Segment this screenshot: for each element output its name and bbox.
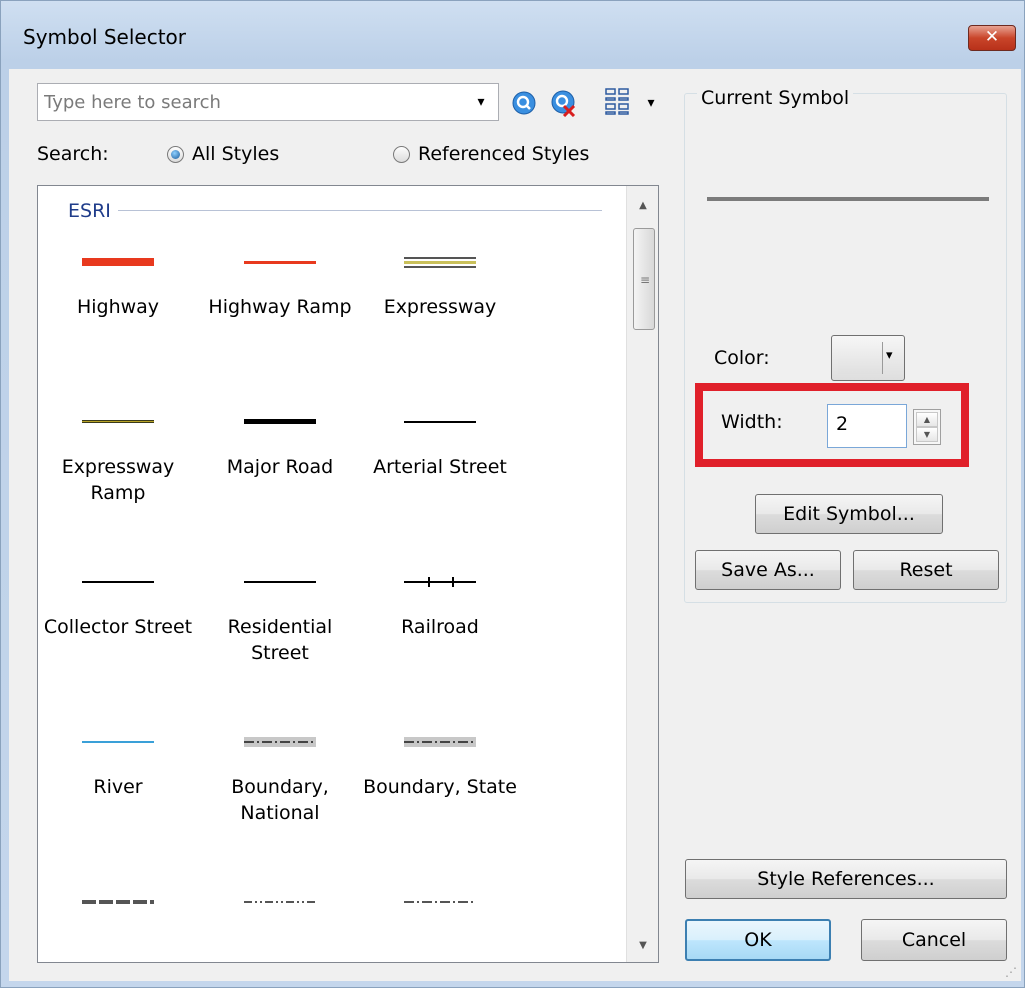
symbol-item[interactable] bbox=[38, 862, 198, 962]
search-input[interactable] bbox=[44, 88, 449, 116]
symbol-item[interactable]: Highway Ramp bbox=[200, 222, 360, 382]
symbol-item[interactable]: Boundary, State bbox=[360, 702, 520, 862]
symbol-label: Boundary, National bbox=[231, 776, 329, 824]
symbol-swatch bbox=[360, 252, 520, 272]
search-icon[interactable] bbox=[509, 88, 539, 118]
width-spinner[interactable]: ▲ ▼ bbox=[913, 409, 941, 445]
width-label: Width: bbox=[721, 411, 783, 433]
radio-unchecked-icon[interactable] bbox=[393, 145, 410, 163]
current-symbol-legend: Current Symbol bbox=[697, 87, 854, 109]
symbol-label: Residential Street bbox=[227, 616, 333, 664]
symbol-item[interactable]: River bbox=[38, 702, 198, 862]
symbol-swatch bbox=[200, 892, 360, 912]
symbol-swatch bbox=[38, 412, 198, 432]
symbol-swatch bbox=[200, 572, 360, 592]
search-label: Search: bbox=[37, 143, 109, 165]
symbol-label: Highway Ramp bbox=[208, 296, 352, 318]
color-picker-button[interactable]: ▾ bbox=[831, 335, 905, 381]
reset-button[interactable]: Reset bbox=[853, 550, 999, 590]
symbol-label: Expressway bbox=[383, 296, 497, 318]
symbol-swatch bbox=[360, 412, 520, 432]
symbol-item[interactable]: Residential Street bbox=[200, 542, 360, 702]
symbol-selector-window: Symbol Selector ✕ ▾ ▾ Search: All Styles… bbox=[0, 0, 1025, 988]
color-dropdown-icon: ▾ bbox=[886, 348, 893, 363]
view-options-dropdown-icon[interactable]: ▾ bbox=[641, 88, 661, 118]
radio-checked-icon[interactable] bbox=[167, 145, 184, 163]
symbol-swatch bbox=[200, 252, 360, 272]
color-label: Color: bbox=[714, 347, 770, 369]
symbol-label: Collector Street bbox=[43, 616, 193, 638]
vertical-scrollbar[interactable]: ▲ ≡ ▼ bbox=[626, 186, 658, 962]
group-divider bbox=[118, 210, 602, 211]
symbol-item[interactable]: Collector Street bbox=[38, 542, 198, 702]
title-bar[interactable]: Symbol Selector ✕ bbox=[1, 1, 1024, 69]
symbol-swatch bbox=[360, 892, 520, 912]
symbol-list[interactable]: ESRI Highway Highway Ramp Expressway Expres… bbox=[37, 185, 659, 963]
spin-down-icon[interactable]: ▼ bbox=[916, 427, 938, 442]
symbol-swatch bbox=[200, 412, 360, 432]
symbol-item[interactable] bbox=[360, 862, 520, 962]
all-styles-label: All Styles bbox=[192, 143, 280, 165]
spin-up-icon[interactable]: ▲ bbox=[916, 412, 938, 427]
symbol-swatch bbox=[38, 892, 198, 912]
dialog-client: ▾ ▾ Search: All Styles Referenced Styles… bbox=[9, 69, 1021, 981]
symbol-preview bbox=[707, 197, 989, 201]
symbol-item[interactable]: Arterial Street bbox=[360, 382, 520, 542]
search-combobox[interactable]: ▾ bbox=[37, 83, 499, 121]
symbol-label: Highway bbox=[76, 296, 160, 318]
thumb-grip-icon: ≡ bbox=[640, 273, 651, 287]
scroll-up-arrow-icon[interactable]: ▲ bbox=[627, 190, 658, 220]
close-button[interactable]: ✕ bbox=[968, 25, 1016, 51]
symbol-label: Major Road bbox=[226, 456, 334, 478]
referenced-styles-label: Referenced Styles bbox=[418, 143, 590, 165]
group-header-esri: ESRI bbox=[68, 200, 111, 222]
symbol-swatch bbox=[200, 732, 360, 752]
cancel-button[interactable]: Cancel bbox=[861, 919, 1007, 961]
symbol-label: River bbox=[93, 776, 143, 798]
symbol-item[interactable]: Boundary, National bbox=[200, 702, 360, 862]
save-as-button[interactable]: Save As... bbox=[695, 550, 841, 590]
symbol-item[interactable]: Expressway bbox=[360, 222, 520, 382]
view-options-icon[interactable] bbox=[599, 86, 635, 116]
color-swatch bbox=[838, 342, 883, 374]
symbol-item[interactable] bbox=[200, 862, 360, 962]
symbol-swatch bbox=[38, 252, 198, 272]
style-references-button[interactable]: Style References... bbox=[685, 859, 1007, 899]
symbol-label: Expressway Ramp bbox=[61, 456, 175, 504]
symbol-label: Arterial Street bbox=[373, 456, 507, 478]
referenced-styles-radio[interactable]: Referenced Styles bbox=[393, 143, 589, 165]
symbol-item[interactable]: Railroad bbox=[360, 542, 520, 702]
resize-grip-icon[interactable]: ⋰ bbox=[1005, 965, 1017, 979]
all-styles-radio[interactable]: All Styles bbox=[167, 143, 279, 165]
search-dropdown-arrow[interactable]: ▾ bbox=[466, 86, 496, 118]
symbol-label: Railroad bbox=[401, 616, 479, 638]
window-title: Symbol Selector bbox=[23, 25, 187, 49]
symbol-item[interactable]: Highway bbox=[38, 222, 198, 382]
width-field[interactable]: 2 bbox=[827, 404, 907, 448]
clear-search-icon[interactable] bbox=[549, 88, 579, 118]
symbol-item[interactable]: Expressway Ramp bbox=[38, 382, 198, 542]
symbol-swatch bbox=[360, 732, 520, 752]
scroll-down-arrow-icon[interactable]: ▼ bbox=[627, 930, 658, 960]
symbol-swatch bbox=[38, 732, 198, 752]
symbol-swatch bbox=[38, 572, 198, 592]
symbol-label: Boundary, State bbox=[363, 776, 517, 798]
edit-symbol-button[interactable]: Edit Symbol... bbox=[755, 494, 943, 534]
ok-button[interactable]: OK bbox=[685, 919, 831, 961]
symbol-item[interactable]: Major Road bbox=[200, 382, 360, 542]
symbol-swatch bbox=[360, 572, 520, 592]
scroll-thumb[interactable]: ≡ bbox=[633, 228, 655, 330]
